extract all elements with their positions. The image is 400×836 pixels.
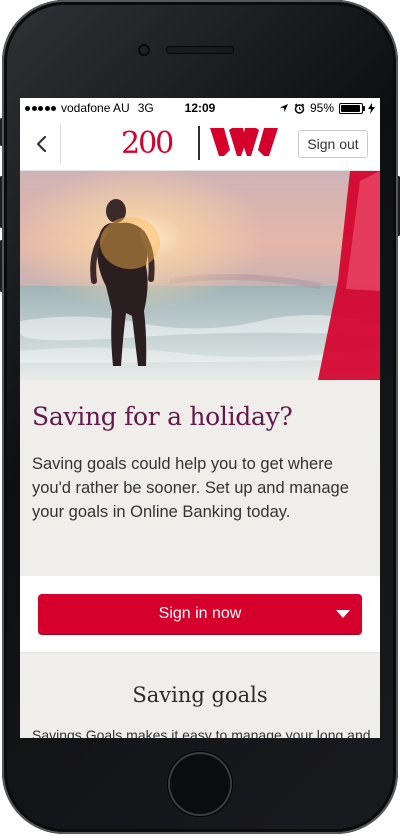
sign-out-button[interactable]: Sign out [298, 130, 368, 158]
battery-fill [341, 104, 360, 112]
charging-bolt-icon [368, 102, 375, 114]
section-title: Saving goals [132, 683, 268, 707]
caret-down-icon [336, 610, 350, 618]
logo-divider [198, 126, 200, 160]
battery-percent: 95% [309, 101, 334, 115]
battery-icon [339, 102, 365, 114]
promo-panel: Saving for a holiday? Saving goals could… [20, 380, 380, 576]
back-button[interactable] [26, 124, 61, 164]
hero-image [20, 171, 380, 380]
woman-in-sea-photo [20, 171, 380, 380]
200-years-logo: 200 [121, 126, 174, 161]
westpac-w-logo-icon [210, 128, 278, 156]
front-camera [138, 44, 150, 56]
chevron-left-icon [36, 135, 47, 153]
sign-in-now-label: Sign in now [158, 605, 242, 622]
saving-goals-section: Saving goals Savings Goals makes it easy… [20, 653, 380, 738]
promo-body-text: Saving goals could help you to get where… [32, 455, 349, 521]
screen: vodafone AU 3G 12:09 95% 200 Sign out Sa… [20, 98, 380, 738]
home-button[interactable] [168, 752, 232, 816]
navigation-bar: 200 Sign out [20, 118, 380, 171]
status-bar: vodafone AU 3G 12:09 95% [20, 98, 380, 118]
alarm-clock-icon [294, 103, 305, 114]
sign-in-now-button[interactable]: Sign in now [38, 594, 362, 634]
location-arrow-icon [279, 104, 288, 112]
iphone-device: vodafone AU 3G 12:09 95% 200 Sign out Sa… [0, 0, 400, 836]
promo-headline: Saving for a holiday? [32, 402, 293, 431]
earpiece-speaker [166, 46, 234, 54]
section-text: Savings Goals makes it easy to manage yo… [32, 727, 371, 738]
cta-area: Sign in now [20, 576, 380, 653]
